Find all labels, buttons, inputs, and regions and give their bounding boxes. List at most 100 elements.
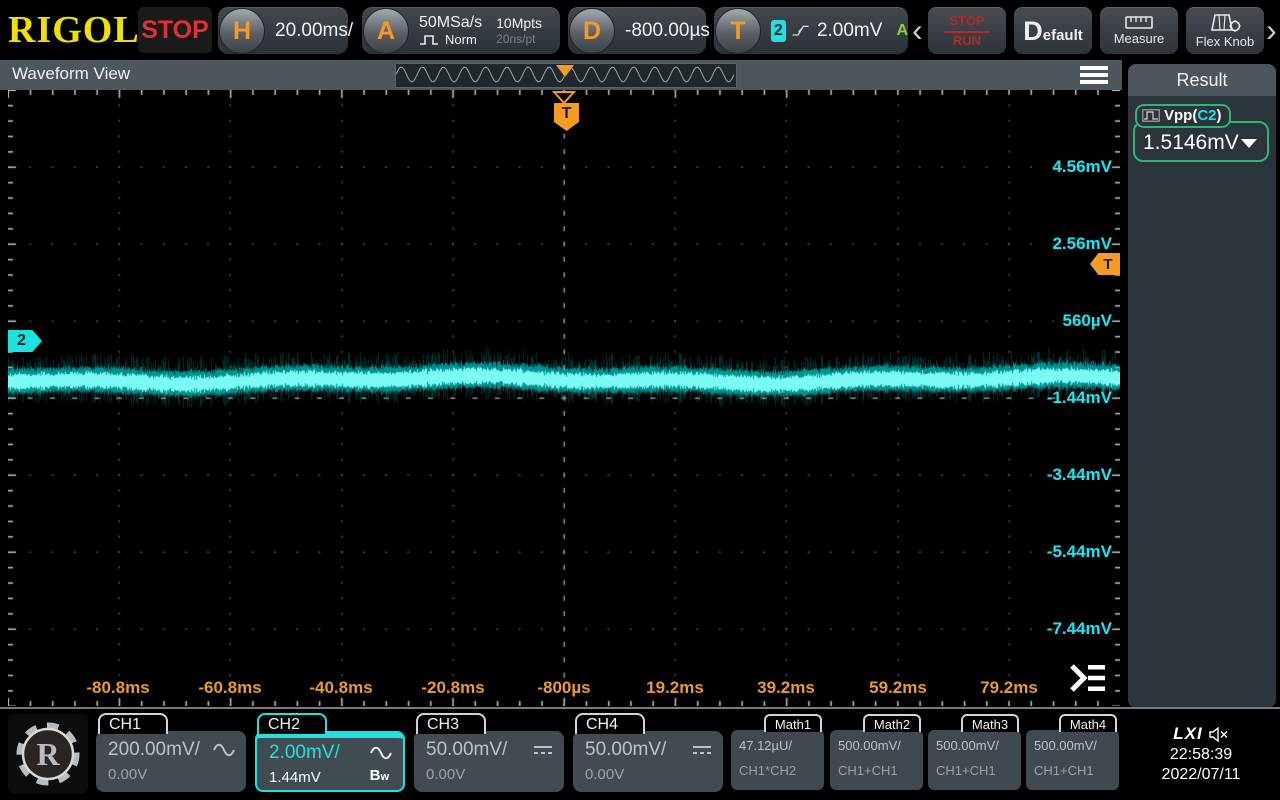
- delay-key-icon[interactable]: D: [569, 8, 615, 54]
- volt-label: -5.44mV: [1012, 542, 1112, 562]
- volt-label: -7.44mV: [1012, 619, 1112, 639]
- ac-coupling-icon: [212, 742, 236, 758]
- result-panel: Result Vpp(C2) 1.5146mV: [1128, 64, 1276, 708]
- channel1-tab[interactable]: CH1: [98, 713, 168, 734]
- math4-scale: 500.00mV/: [1034, 738, 1119, 753]
- math3-expression: CH1+CH1: [936, 763, 1021, 778]
- measurement-item[interactable]: Vpp(C2) 1.5146mV: [1133, 104, 1269, 162]
- time-label: -40.8ms: [296, 678, 386, 698]
- stop-label: STOP: [944, 13, 989, 32]
- waveform-display-area[interactable]: T 2 T 4.56mV 2.56mV 560µV -1.44mV -3.44m…: [0, 90, 1122, 710]
- waveform-canvas[interactable]: [8, 90, 1120, 706]
- waveform-view-header: Waveform View: [0, 60, 1122, 90]
- flex-knob-button[interactable]: Flex Knob: [1186, 7, 1264, 54]
- trigger-position-icon[interactable]: [552, 90, 576, 104]
- measurement-pulse-icon: [1142, 109, 1160, 122]
- math3-scale: 500.00mV/: [936, 738, 1021, 753]
- channel3-offset: 0.00V: [426, 766, 554, 783]
- math4-card[interactable]: Math4 500.00mV/ CH1+CH1: [1026, 712, 1119, 794]
- horizontal-key-icon[interactable]: H: [219, 8, 265, 54]
- toolbar-scroll-right-icon[interactable]: [1266, 12, 1277, 48]
- top-bar: RIGOL STOP H 20.00ms/ A 50MSa/s Norm 10M…: [0, 0, 1280, 60]
- math2-card[interactable]: Math2 500.00mV/ CH1+CH1: [830, 712, 923, 794]
- rigol-gear-logo-button[interactable]: R: [8, 714, 88, 794]
- volt-label: 4.56mV: [1012, 157, 1112, 177]
- channel1-card[interactable]: CH1 200.00mV/ 0.00V: [96, 712, 246, 794]
- stop-run-button[interactable]: STOP RUN: [928, 7, 1006, 54]
- rigol-logo: RIGOL: [8, 6, 140, 54]
- gear-icon: R: [14, 720, 82, 788]
- timebase-value: 20.00ms/: [275, 20, 353, 42]
- toolbar-scroll-left-icon[interactable]: [912, 12, 923, 48]
- channel2-offset: 1.44mV: [269, 769, 321, 786]
- channel3-scale: 50.00mV/: [426, 739, 507, 761]
- oscilloscope-screen: RIGOL STOP H 20.00ms/ A 50MSa/s Norm 10M…: [0, 0, 1280, 800]
- memory-depth: 10Mpts: [496, 14, 542, 32]
- status-box: LXI 22:58:39 2022/07/11: [1128, 712, 1274, 796]
- flex-knob-label: Flex Knob: [1196, 34, 1255, 49]
- trigger-source-badge: 2: [771, 20, 786, 42]
- math3-tab[interactable]: Math3: [961, 714, 1019, 732]
- measure-button[interactable]: Measure: [1100, 7, 1178, 54]
- expand-menu-icon[interactable]: [1068, 662, 1108, 694]
- delay-value: -800.00µs: [625, 20, 710, 42]
- acquire-mode: Norm: [445, 33, 477, 48]
- trigger-button[interactable]: T 2 2.00mV A: [714, 7, 908, 54]
- measurement-value: 1.5146mV: [1143, 131, 1239, 155]
- channel4-scale: 50.00mV/: [585, 739, 666, 761]
- math3-card[interactable]: Math3 500.00mV/ CH1+CH1: [928, 712, 1021, 794]
- delay-button[interactable]: D -800.00µs: [568, 7, 706, 54]
- knob-icon: [1209, 14, 1241, 32]
- math1-tab[interactable]: Math1: [764, 714, 822, 732]
- dc-coupling-icon: [691, 744, 713, 756]
- time-label: -80.8ms: [73, 678, 163, 698]
- menu-icon[interactable]: [1080, 66, 1108, 84]
- lxi-logo: LXI: [1173, 724, 1202, 744]
- system-time: 22:58:39: [1170, 746, 1232, 764]
- measure-label: Measure: [1114, 31, 1165, 46]
- trigger-sweep-mode: A: [896, 22, 908, 40]
- measurement-source: C2: [1197, 107, 1216, 124]
- waveform-view-title: Waveform View: [12, 64, 130, 84]
- measurement-func: Vpp(: [1164, 107, 1197, 124]
- channel1-scale: 200.00mV/: [108, 739, 200, 761]
- time-label: -60.8ms: [185, 678, 275, 698]
- channel2-tab[interactable]: CH2: [257, 713, 327, 734]
- ruler-icon: [1125, 16, 1153, 29]
- channel2-scale: 2.00mV/: [269, 742, 340, 764]
- math1-scale: 47.12µU/: [739, 738, 824, 753]
- acquisition-button[interactable]: A 50MSa/s Norm 10Mpts 20ns/pt: [362, 7, 560, 54]
- ac-coupling-icon: [369, 745, 393, 761]
- trigger-level-value: 2.00mV: [817, 20, 882, 42]
- trigger-key-icon[interactable]: T: [715, 8, 761, 54]
- system-date: 2022/07/11: [1162, 766, 1241, 784]
- channel3-tab[interactable]: CH3: [416, 713, 486, 734]
- measurement-dropdown-icon[interactable]: [1241, 139, 1257, 148]
- math2-expression: CH1+CH1: [838, 763, 923, 778]
- result-panel-title: Result: [1128, 64, 1276, 96]
- time-label: -20.8ms: [408, 678, 498, 698]
- overview-sine-icon: [396, 64, 734, 85]
- math1-card[interactable]: Math1 47.12µU/ CH1*CH2: [731, 712, 824, 794]
- channel4-card[interactable]: CH4 50.00mV/ 0.00V: [573, 712, 723, 794]
- run-label: RUN: [953, 33, 981, 49]
- acquire-key-icon[interactable]: A: [363, 8, 409, 54]
- math2-tab[interactable]: Math2: [863, 714, 921, 732]
- run-state-indicator[interactable]: STOP: [138, 7, 212, 53]
- default-button[interactable]: Default: [1014, 7, 1092, 54]
- rising-edge-icon: [792, 20, 809, 42]
- time-label: 19.2ms: [630, 678, 720, 698]
- channel2-card[interactable]: CH2 2.00mV/ 1.44mV Bw: [255, 712, 405, 794]
- channel3-card[interactable]: CH3 50.00mV/ 0.00V: [414, 712, 564, 794]
- channel4-tab[interactable]: CH4: [575, 713, 645, 734]
- sample-resolution: 20ns/pt: [496, 32, 542, 48]
- math1-expression: CH1*CH2: [739, 763, 824, 778]
- time-label: 79.2ms: [964, 678, 1054, 698]
- volt-label: -3.44mV: [1012, 465, 1112, 485]
- sound-muted-icon: [1209, 727, 1229, 742]
- timebase-overview-strip[interactable]: [395, 63, 737, 88]
- math4-tab[interactable]: Math4: [1059, 714, 1117, 732]
- bandwidth-limit-badge: Bw: [370, 767, 389, 784]
- channel4-offset: 0.00V: [585, 766, 713, 783]
- horizontal-timebase-button[interactable]: H 20.00ms/: [218, 7, 348, 54]
